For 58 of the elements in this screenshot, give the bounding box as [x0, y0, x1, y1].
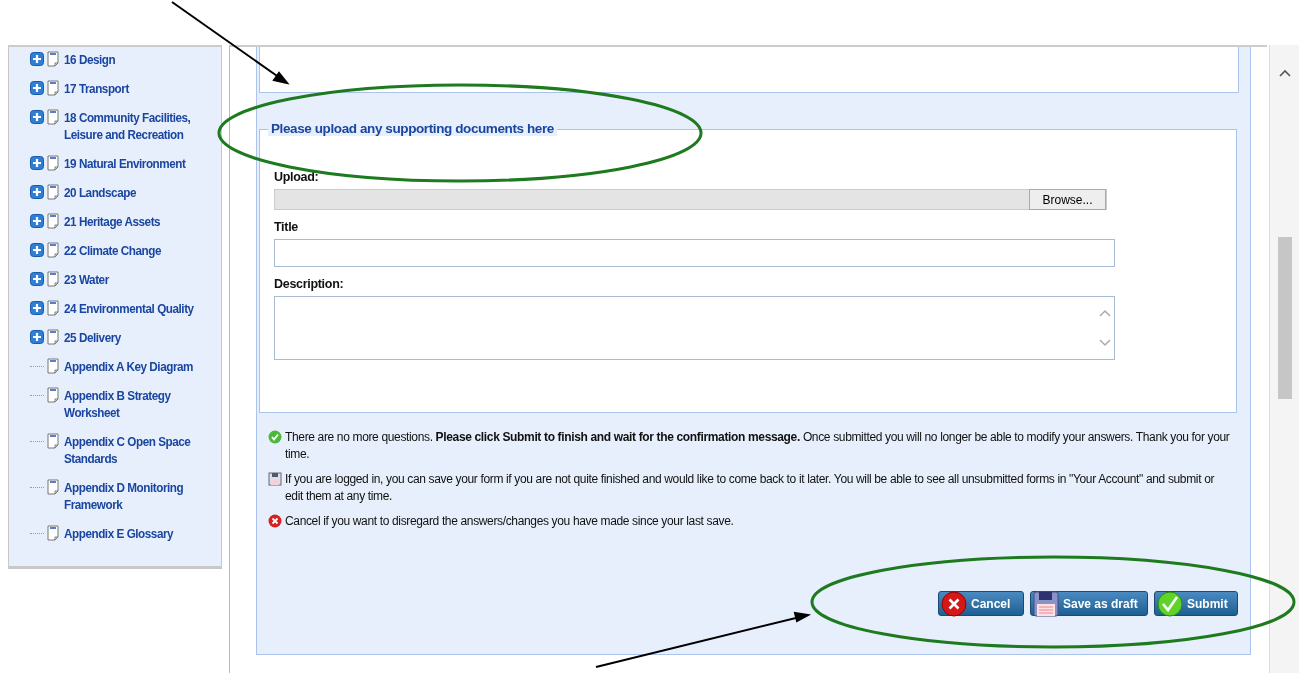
- outline-link[interactable]: 19 Natural Environment: [64, 155, 204, 172]
- expand-icon[interactable]: [30, 185, 44, 199]
- document-icon: [47, 271, 59, 287]
- expand-icon[interactable]: [30, 272, 44, 286]
- document-icon: [47, 155, 59, 171]
- document-icon: [47, 329, 59, 345]
- outline-link[interactable]: 21 Heritage Assets: [64, 213, 204, 230]
- document-icon: [47, 479, 59, 495]
- document-icon: [47, 184, 59, 200]
- outline-link[interactable]: 22 Climate Change: [64, 242, 204, 259]
- outline-link[interactable]: Appendix D Monitoring Framework: [64, 479, 204, 513]
- expand-icon[interactable]: [30, 330, 44, 344]
- outline-link[interactable]: Appendix C Open Space Standards: [64, 433, 204, 467]
- expand-icon[interactable]: [30, 214, 44, 228]
- document-icon: [47, 242, 59, 258]
- info-message: There are no more questions. Please click Submit to finish and wait for the confirmation message. Once submitted you will no longer be able to modify your answers. Thank you for your time.: [285, 429, 1230, 463]
- fieldset-legend: Please upload any supporting documents here: [268, 121, 557, 136]
- expand-icon[interactable]: [30, 52, 44, 66]
- document-icon: [47, 213, 59, 229]
- info-message: If you are logged in, you can save your form if you are not quite finished and would like to come back to it later. You will be able to see all unsubmitted forms in "Your Account" and submit or edit them at any time.: [285, 471, 1216, 505]
- title-label: Title: [274, 220, 298, 234]
- upload-label: Upload:: [274, 170, 319, 184]
- outline-link[interactable]: 25 Delivery: [64, 329, 204, 346]
- outline-link[interactable]: Appendix E Glossary: [64, 525, 204, 542]
- submit-button[interactable]: Submit: [1154, 591, 1238, 616]
- scroll-thumb[interactable]: [1277, 237, 1292, 399]
- document-icon: [47, 433, 59, 449]
- document-icon: [47, 358, 59, 374]
- outline-link[interactable]: Appendix A Key Diagram: [64, 358, 204, 375]
- document-icon: [47, 387, 59, 403]
- document-icon: [47, 525, 59, 541]
- expand-icon[interactable]: [30, 301, 44, 315]
- cancel-icon: [268, 514, 282, 528]
- document-icon: [47, 80, 59, 96]
- expand-icon[interactable]: [30, 243, 44, 257]
- document-icon: [47, 51, 59, 67]
- cancel-button[interactable]: Cancel: [938, 591, 1024, 616]
- expand-icon[interactable]: [30, 110, 44, 124]
- file-field[interactable]: Browse...: [274, 189, 1107, 210]
- cancel-icon: [941, 590, 967, 617]
- browse-button[interactable]: Browse...: [1029, 189, 1106, 210]
- scroll-up-icon[interactable]: [1278, 69, 1291, 77]
- outline-link[interactable]: 17 Transport: [64, 80, 204, 97]
- info-message: Cancel if you want to disregard the answers/changes you have made since your last save.: [285, 513, 734, 530]
- outline-link[interactable]: 23 Water: [64, 271, 204, 288]
- document-icon: [47, 109, 59, 125]
- document-icon: [47, 300, 59, 316]
- outline-link[interactable]: 20 Landscape: [64, 184, 204, 201]
- check-icon: [1157, 590, 1183, 617]
- outline-link[interactable]: Appendix B Strategy Worksheet: [64, 387, 204, 421]
- outline-link[interactable]: 16 Design: [64, 51, 204, 68]
- outline-link[interactable]: 24 Environmental Quality: [64, 300, 204, 317]
- description-label: Description:: [274, 277, 344, 291]
- check-icon: [268, 430, 282, 444]
- save-draft-button[interactable]: Save as draft: [1030, 591, 1148, 616]
- expand-icon[interactable]: [30, 81, 44, 95]
- expand-icon[interactable]: [30, 156, 44, 170]
- outline-link[interactable]: 18 Community Facilities, Leisure and Recreation: [64, 109, 204, 143]
